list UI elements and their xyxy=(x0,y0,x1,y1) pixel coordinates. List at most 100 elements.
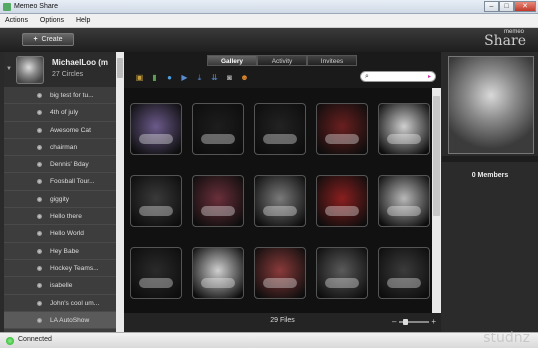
title-bar: Memeo Share – □ ✕ xyxy=(0,0,538,14)
circle-label: 4th of july xyxy=(50,109,79,117)
zoom-in-icon[interactable]: + xyxy=(431,317,436,326)
connection-status-icon xyxy=(6,337,14,345)
photo-thumbnail[interactable] xyxy=(378,103,430,155)
photo-thumbnail[interactable] xyxy=(192,103,244,155)
circle-list-item[interactable]: big test for tu... xyxy=(4,87,116,105)
tab-strip: Gallery Activity Invitees xyxy=(207,55,357,67)
circle-list-item[interactable]: Hello there xyxy=(4,208,116,226)
circle-icon xyxy=(37,162,42,168)
circle-list-item[interactable]: chairman xyxy=(4,139,116,157)
zoom-knob[interactable] xyxy=(403,319,408,325)
circle-label: isabelle xyxy=(50,282,73,290)
tab-activity[interactable]: Activity xyxy=(257,55,307,66)
add-photo-icon[interactable]: ▣ xyxy=(132,72,147,84)
window-title: Memeo Share xyxy=(14,3,58,10)
status-bar: Connected xyxy=(0,332,538,348)
circle-label: chairman xyxy=(50,143,78,151)
circle-icon xyxy=(37,179,42,185)
circle-list-item[interactable]: John's cool um... xyxy=(4,295,116,312)
circle-cover-image xyxy=(448,56,534,154)
circle-list-item[interactable]: Hello World xyxy=(4,225,116,243)
members-divider xyxy=(442,156,538,162)
profile-header[interactable]: ▼ MichaelLoo (m 27 Circles xyxy=(4,52,116,87)
circles-count: 27 Circles xyxy=(52,71,84,78)
circle-label: Hey Babe xyxy=(50,247,79,255)
circle-list-item[interactable]: Hockey Teams... xyxy=(4,260,116,278)
menu-options[interactable]: Options xyxy=(35,14,69,28)
main-panel: Gallery Activity Invitees ▣ ▮ ● ▶ ⤓ ⇊ ◙ … xyxy=(124,52,441,332)
circle-icon xyxy=(37,265,42,271)
circle-icon xyxy=(37,283,42,289)
photo-thumbnail[interactable] xyxy=(378,175,430,227)
zoom-out-icon[interactable]: – xyxy=(392,317,396,326)
circle-list-item[interactable]: isabelle xyxy=(4,277,116,295)
circle-icon xyxy=(37,214,42,220)
photo-thumbnail[interactable] xyxy=(130,103,182,155)
scroll-thumb[interactable] xyxy=(117,58,123,78)
circle-icon xyxy=(37,127,42,133)
circle-list-item[interactable]: 4th of july xyxy=(4,104,116,122)
circle-list-item[interactable]: Hey Babe xyxy=(4,243,116,260)
circle-icon xyxy=(37,300,42,306)
export-icon[interactable]: ◙ xyxy=(222,72,237,84)
circle-list-item[interactable]: Foosball Tour... xyxy=(4,173,116,191)
photo-thumbnail[interactable] xyxy=(254,103,306,155)
action-toolbar: ▣ ▮ ● ▶ ⤓ ⇊ ◙ ☻ xyxy=(132,72,252,84)
tag-icon[interactable]: ▸ xyxy=(428,73,431,80)
gallery-scrollbar[interactable] xyxy=(432,88,441,313)
tab-gallery[interactable]: Gallery xyxy=(207,55,257,66)
photo-thumbnail[interactable] xyxy=(316,175,368,227)
maximize-button[interactable]: □ xyxy=(499,1,514,12)
avatar xyxy=(16,56,44,84)
photo-thumbnail[interactable] xyxy=(130,247,182,299)
watermark: studnz xyxy=(483,330,530,346)
photo-thumbnail[interactable] xyxy=(254,247,306,299)
tab-invitees[interactable]: Invitees xyxy=(307,55,357,66)
photo-thumbnail[interactable] xyxy=(130,175,182,227)
menu-bar: Actions Options Help xyxy=(0,14,538,28)
circle-icon xyxy=(37,317,42,323)
zoom-slider[interactable]: – + xyxy=(392,317,436,326)
profile-name: MichaelLoo (m xyxy=(52,58,109,67)
download-all-icon[interactable]: ⇊ xyxy=(207,72,222,84)
circle-label: John's cool um... xyxy=(50,299,100,307)
circle-label: Hello there xyxy=(50,213,82,221)
close-button[interactable]: ✕ xyxy=(514,1,536,12)
circles-sidebar: ▼ MichaelLoo (m 27 Circles big test for … xyxy=(4,52,116,347)
circle-list-item[interactable]: Dennis' Bday xyxy=(4,156,116,174)
play-icon[interactable]: ▶ xyxy=(177,72,192,84)
connection-status: Connected xyxy=(18,336,52,343)
expand-arrow-icon[interactable]: ▼ xyxy=(6,66,12,72)
circle-list-item[interactable]: giggity xyxy=(4,191,116,209)
circle-label: Foosball Tour... xyxy=(50,178,95,186)
toolbar: + Create memeo Share xyxy=(0,28,538,52)
circle-list-item[interactable]: Awesome Cat xyxy=(4,122,116,139)
circle-icon xyxy=(37,110,42,116)
menu-actions[interactable]: Actions xyxy=(0,14,33,28)
circle-label: Awesome Cat xyxy=(50,126,91,134)
add-video-icon[interactable]: ▮ xyxy=(147,72,162,84)
photo-thumbnail[interactable] xyxy=(254,175,306,227)
search-field[interactable]: ⌕ ▸ xyxy=(360,71,436,82)
comment-icon[interactable]: ● xyxy=(162,72,177,84)
menu-help[interactable]: Help xyxy=(71,14,95,28)
circle-icon xyxy=(37,93,42,98)
plus-icon: + xyxy=(33,36,38,43)
window-controls: – □ ✕ xyxy=(484,1,536,13)
minimize-button[interactable]: – xyxy=(484,1,499,12)
circle-label: LA AutoShow xyxy=(50,316,90,324)
create-button[interactable]: + Create xyxy=(22,33,74,46)
download-icon[interactable]: ⤓ xyxy=(192,72,207,84)
photo-thumbnail[interactable] xyxy=(316,103,368,155)
photo-gallery xyxy=(124,88,432,313)
circle-list-item[interactable]: LA AutoShow xyxy=(4,311,116,330)
photo-thumbnail[interactable] xyxy=(192,175,244,227)
photo-thumbnail[interactable] xyxy=(192,247,244,299)
circle-label: Dennis' Bday xyxy=(50,161,89,169)
photo-thumbnail[interactable] xyxy=(378,247,430,299)
photo-thumbnail[interactable] xyxy=(316,247,368,299)
scroll-thumb[interactable] xyxy=(433,96,440,216)
circle-list: big test for tu... 4th of july Awesome Cat… xyxy=(4,87,116,348)
invite-icon[interactable]: ☻ xyxy=(237,72,252,84)
sidebar-scrollbar[interactable] xyxy=(116,52,124,332)
